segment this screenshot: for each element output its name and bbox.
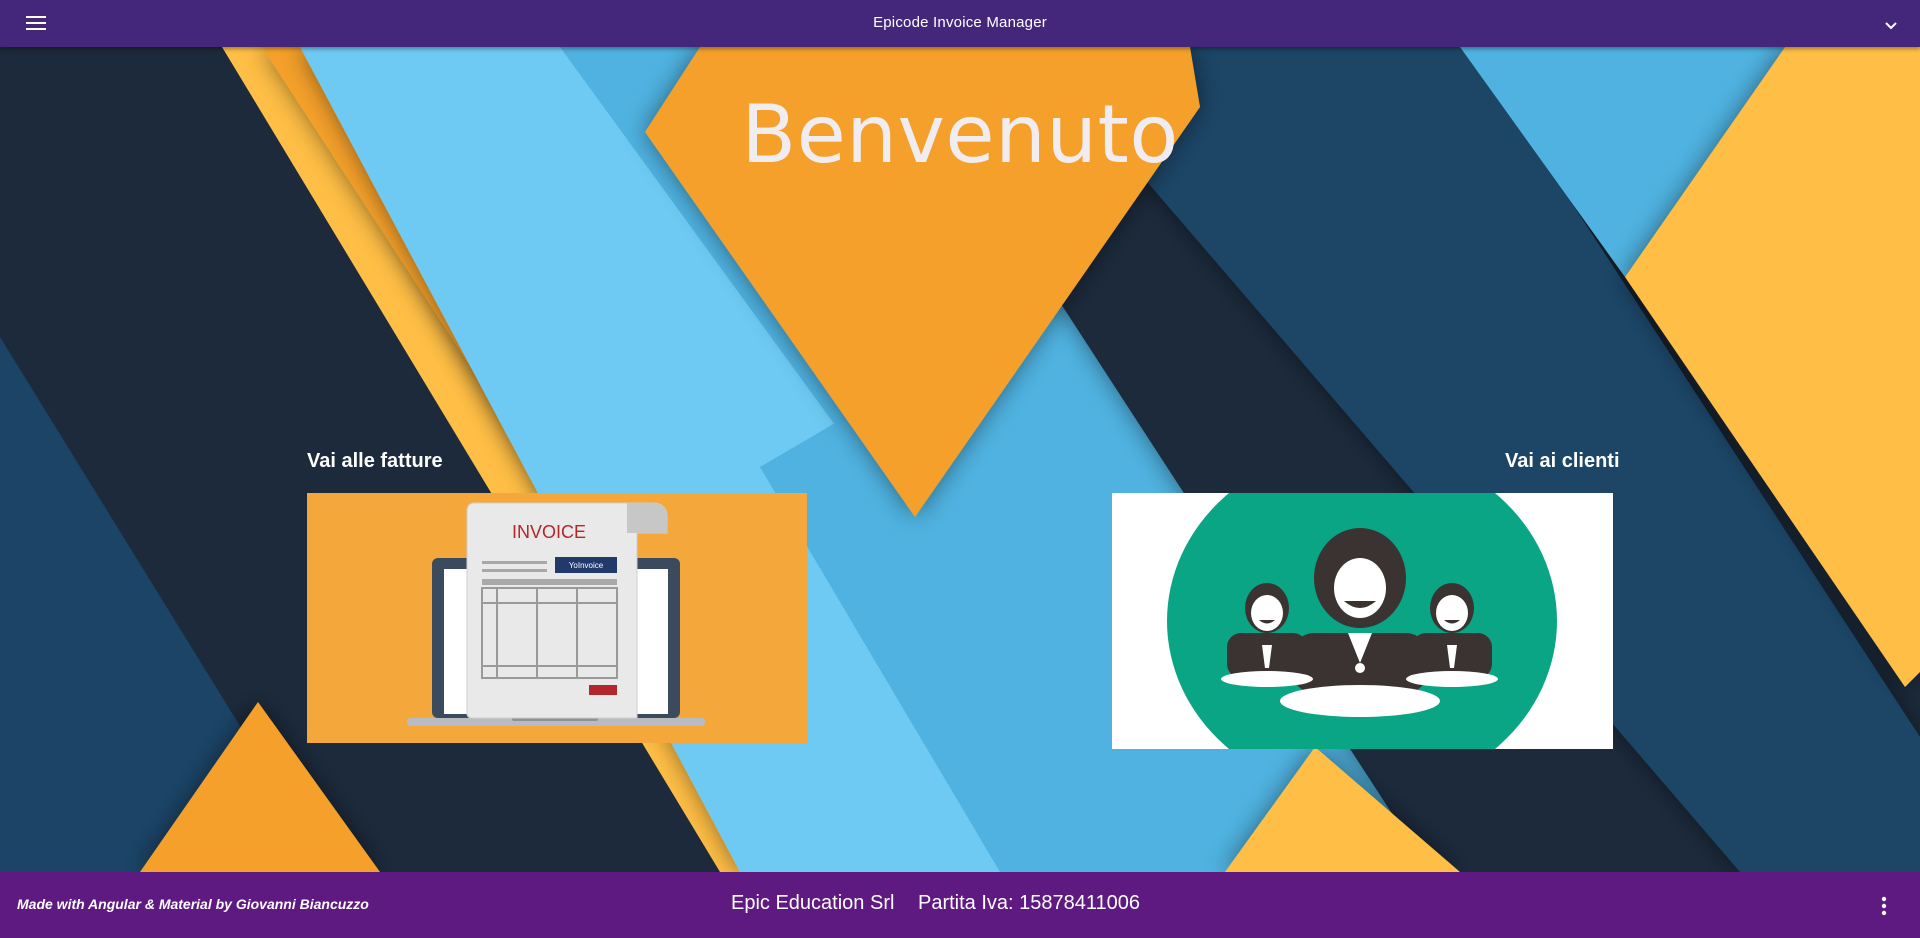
top-toolbar: Epicode Invoice Manager (0, 0, 1920, 47)
clients-illustration (1112, 493, 1613, 749)
invoice-illustration: INVOICE YoInvoice (407, 502, 705, 726)
vat-number: Partita Iva: 15878411006 (918, 892, 1141, 914)
clients-card[interactable] (1112, 493, 1613, 749)
account-dropdown-button[interactable] (1880, 14, 1902, 36)
invoices-link[interactable]: Vai alle fatture (307, 450, 443, 473)
more-options-button[interactable] (1874, 894, 1894, 918)
app-title: Epicode Invoice Manager (873, 14, 1047, 31)
invoice-heading: INVOICE (512, 522, 586, 542)
footer: Made with Angular & Material by Giovanni… (0, 872, 1920, 938)
brand-logo-text: YoInvoice (569, 561, 604, 570)
chevron-down-icon (1885, 22, 1897, 30)
more-vert-icon (1881, 896, 1887, 916)
welcome-heading: Benvenuto (741, 88, 1179, 181)
clients-link[interactable]: Vai ai clienti (1505, 450, 1620, 473)
invoices-card[interactable]: INVOICE YoInvoice (307, 493, 807, 743)
company-name: Epic Education Srl (731, 892, 895, 914)
credits-text: Made with Angular & Material by Giovanni… (17, 896, 369, 912)
